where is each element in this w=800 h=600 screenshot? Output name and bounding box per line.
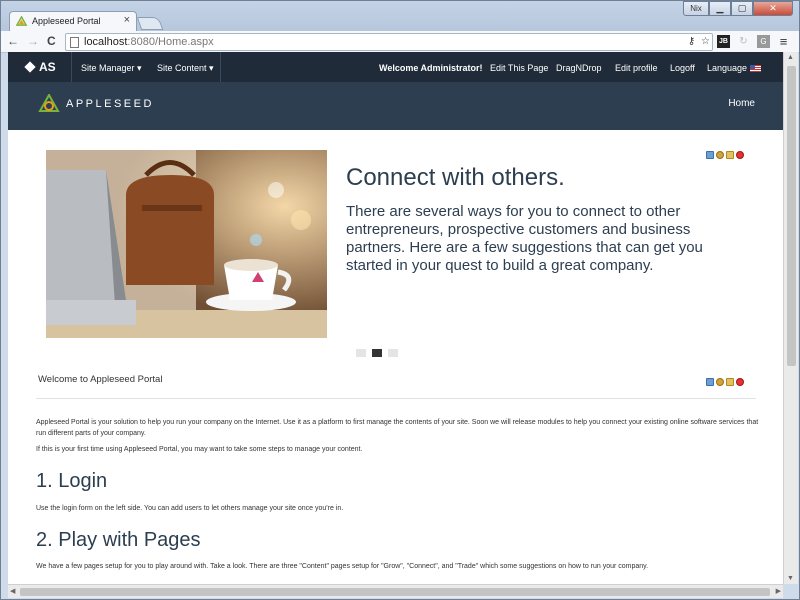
intro-paragraph: Appleseed Portal is your solution to hel… [36, 419, 759, 437]
module-settings-icon[interactable] [716, 151, 724, 159]
back-icon[interactable]: ← [7, 34, 19, 48]
new-tab-button[interactable] [136, 17, 164, 30]
module-title: Welcome to Appleseed Portal [38, 374, 163, 385]
module-properties-icon[interactable] [726, 151, 734, 159]
language-label: Language [707, 63, 748, 73]
appleseed-logo-icon [38, 94, 60, 112]
scroll-thumb[interactable] [20, 588, 770, 596]
site-logo[interactable]: APPLESEED [38, 94, 154, 114]
site-manager-menu[interactable]: Site Manager ▾ [81, 63, 142, 74]
welcome-text: Welcome Administrator! [379, 63, 483, 73]
carousel-dot[interactable] [356, 349, 366, 357]
scroll-down-icon[interactable]: ▼ [787, 575, 794, 582]
step1-paragraph: Use the login form on the left side. You… [36, 505, 344, 512]
divider [71, 52, 72, 82]
scroll-thumb[interactable] [787, 66, 796, 366]
edit-page-link[interactable]: Edit This Page [490, 63, 548, 73]
extension-sync-icon[interactable]: ↻ [737, 35, 750, 48]
dragndrop-link[interactable]: DragNDrop [556, 63, 602, 73]
window-controls: Nix ▁ ▢ ✕ [683, 1, 793, 16]
carousel-indicators [356, 349, 398, 357]
forward-icon[interactable]: → [27, 34, 39, 48]
step1-heading: 1. Login [36, 470, 108, 492]
bookmark-star-icon[interactable]: ☆ [699, 35, 712, 48]
step2-heading: 2. Play with Pages [36, 529, 201, 551]
vertical-scrollbar[interactable]: ▲ ▼ [783, 52, 798, 584]
url-path: :8080/Home.aspx [127, 36, 214, 48]
url-host: localhost [84, 36, 128, 48]
delete-module-icon[interactable] [736, 378, 744, 386]
site-content-menu[interactable]: Site Content ▾ [157, 63, 214, 74]
page-viewport: AS Site Manager ▾ Site Content ▾ Welcome… [8, 52, 783, 584]
carousel-dot-active[interactable] [372, 349, 382, 357]
first-time-paragraph: If this is your first time using Applese… [36, 446, 363, 453]
reload-icon[interactable]: C [47, 34, 56, 48]
divider [220, 52, 221, 82]
module-properties-icon[interactable] [726, 378, 734, 386]
menu-icon[interactable]: ≡ [777, 34, 790, 49]
carousel-dot[interactable] [388, 349, 398, 357]
slide-image [46, 150, 327, 338]
brand-text: AS [39, 60, 56, 74]
brand[interactable]: AS [24, 60, 56, 74]
laptop-coffee-photo [46, 150, 327, 338]
browser-tab[interactable]: Appleseed Portal × [9, 11, 137, 32]
divider [36, 398, 756, 399]
appleseed-favicon-icon [16, 16, 27, 26]
extension-g-icon[interactable]: G [757, 35, 770, 48]
scroll-right-icon[interactable]: ▶ [776, 587, 781, 595]
logoff-link[interactable]: Logoff [670, 63, 695, 73]
module-settings-icon[interactable] [716, 378, 724, 386]
tab-strip: Appleseed Portal × Nix ▁ ▢ ✕ [1, 1, 799, 32]
language-menu[interactable]: Language [707, 63, 762, 73]
user-badge[interactable]: Nix [683, 1, 709, 16]
step2-paragraph: We have a few pages setup for you to pla… [36, 563, 649, 570]
tab-title: Appleseed Portal [32, 16, 101, 26]
cube-icon [24, 61, 36, 73]
slide-headline: Connect with others. [346, 164, 565, 191]
logo-text: APPLESEED [66, 98, 154, 110]
address-bar[interactable]: localhost:8080/Home.aspx [65, 33, 713, 51]
close-window-icon[interactable]: ✕ [753, 1, 793, 16]
extension-jb-icon[interactable]: JB [717, 35, 730, 48]
browser-toolbar: ← → C localhost:8080/Home.aspx ⚷ ☆ JB ↻ … [1, 31, 799, 53]
admin-bar: AS Site Manager ▾ Site Content ▾ Welcome… [8, 52, 783, 82]
home-nav-link[interactable]: Home [728, 98, 755, 109]
edit-module-icon[interactable] [706, 378, 714, 386]
delete-module-icon[interactable] [736, 151, 744, 159]
key-icon[interactable]: ⚷ [685, 35, 698, 48]
site-header: APPLESEED Home [8, 82, 783, 130]
edit-profile-link[interactable]: Edit profile [615, 63, 658, 73]
slide-body: There are several ways for you to connec… [346, 203, 703, 274]
module-tools [706, 151, 744, 159]
edit-module-icon[interactable] [706, 151, 714, 159]
page-icon [70, 37, 79, 48]
module-tools [706, 378, 744, 386]
tab-close-icon[interactable]: × [124, 14, 130, 26]
maximize-icon[interactable]: ▢ [731, 1, 753, 16]
scroll-up-icon[interactable]: ▲ [787, 54, 794, 61]
scroll-left-icon[interactable]: ◀ [10, 587, 15, 595]
us-flag-icon [750, 65, 762, 72]
minimize-icon[interactable]: ▁ [709, 1, 731, 16]
horizontal-scrollbar[interactable]: ◀ ▶ [8, 584, 783, 598]
